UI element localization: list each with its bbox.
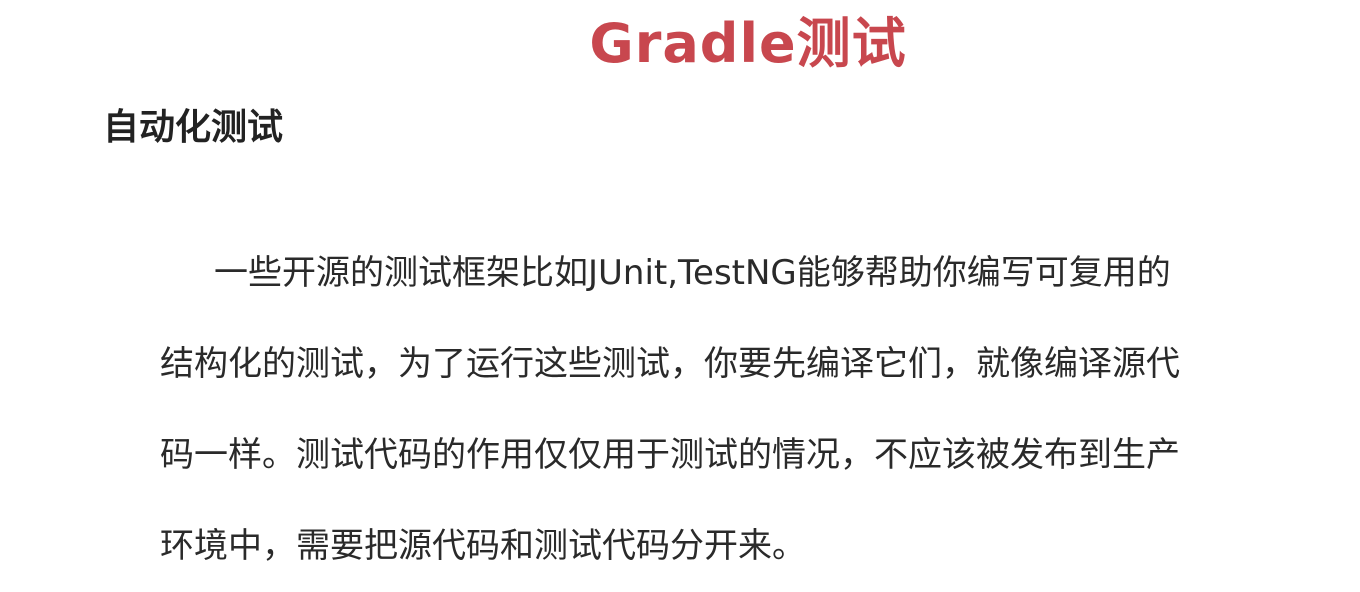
slide-title: Gradle测试	[589, 12, 907, 75]
paragraph-line: 环境中，需要把源代码和测试代码分开来。	[160, 526, 806, 566]
paragraph-line: 一些开源的测试框架比如JUnit,TestNG能够帮助你编写可复用的	[214, 253, 1171, 293]
paragraph-line: 码一样。测试代码的作用仅仅用于测试的情况，不应该被发布到生产	[160, 435, 1180, 475]
paragraph-line: 结构化的测试，为了运行这些测试，你要先编译它们，就像编译源代	[160, 344, 1180, 384]
body-paragraph: 一些开源的测试框架比如JUnit,TestNG能够帮助你编写可复用的 结构化的测…	[160, 228, 1320, 592]
slide: Gradle测试 自动化测试 一些开源的测试框架比如JUnit,TestNG能够…	[0, 0, 1360, 572]
section-heading: 自动化测试	[103, 107, 284, 148]
